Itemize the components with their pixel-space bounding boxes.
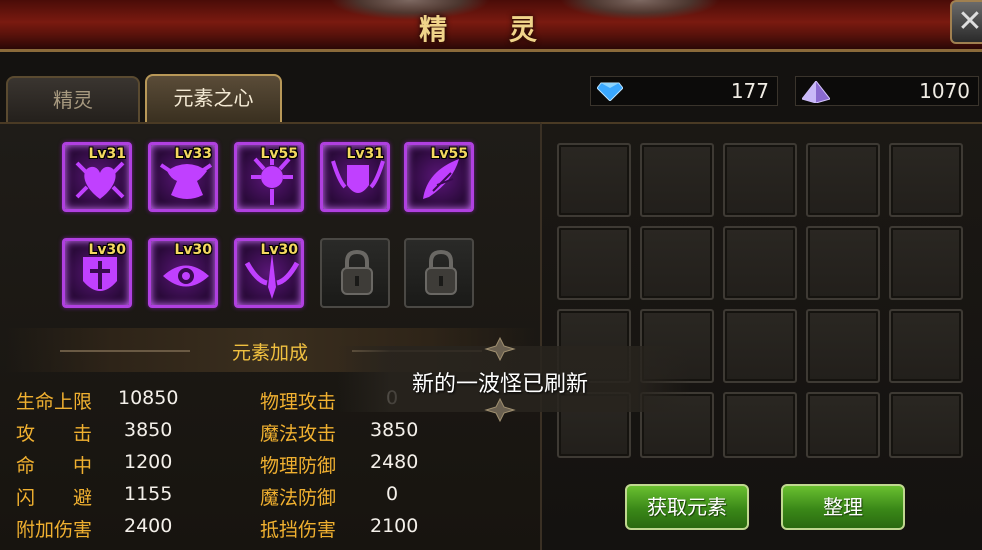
crystal-counter: 1070	[795, 76, 979, 106]
window-title: 精 灵	[419, 13, 563, 46]
inventory-slot[interactable]	[557, 143, 631, 217]
stat-value: 3850	[370, 419, 419, 441]
stat-label: 附加伤害	[16, 519, 93, 541]
element-slot[interactable]: Lv31	[62, 142, 132, 212]
element-level: Lv30	[174, 242, 212, 258]
inventory-slot[interactable]	[889, 392, 963, 458]
element-slot[interactable]: Lv33	[148, 142, 218, 212]
diamond-counter: 177	[590, 76, 778, 106]
stat-label: 魔法防御	[260, 487, 337, 509]
element-level: Lv30	[260, 242, 298, 258]
ornament-icon	[484, 397, 516, 423]
inventory-slot[interactable]	[723, 143, 797, 217]
stat-label: 物理防御	[260, 455, 337, 477]
element-slot[interactable]: Lv30	[234, 238, 304, 308]
element-slot[interactable]: Lv31	[320, 142, 390, 212]
stat-value: 1155	[124, 483, 173, 505]
tab-element-heart[interactable]: 元素之心	[145, 74, 282, 122]
inventory-slot[interactable]	[806, 226, 880, 300]
stat-value: 3850	[124, 419, 173, 441]
diamond-value: 177	[730, 79, 769, 103]
inventory-slot[interactable]	[889, 143, 963, 217]
inventory-slot[interactable]	[640, 143, 714, 217]
element-slot[interactable]: Lv30	[62, 238, 132, 308]
stat-label: 攻 击	[16, 423, 93, 445]
element-level: Lv30	[88, 242, 126, 258]
stat-label: 抵挡伤害	[260, 519, 337, 541]
inventory-slot[interactable]	[889, 226, 963, 300]
stat-label: 魔法攻击	[260, 423, 337, 445]
stat-value: 1200	[124, 451, 173, 473]
inventory-slot[interactable]	[889, 309, 963, 383]
inventory-slot[interactable]	[723, 392, 797, 458]
element-level: Lv55	[430, 146, 468, 162]
tab-spirit[interactable]: 精灵	[6, 76, 140, 122]
element-level: Lv31	[346, 146, 384, 162]
inventory-slot[interactable]	[806, 309, 880, 383]
close-icon: ✕	[957, 4, 982, 39]
obtain-element-button[interactable]: 获取元素	[625, 484, 749, 530]
stat-value: 0	[386, 483, 399, 505]
stat-value: 2100	[370, 515, 419, 537]
title-bar: 精 灵 ✕	[0, 0, 982, 52]
padlock-icon	[341, 250, 373, 295]
element-slot[interactable]: Lv30	[148, 238, 218, 308]
ornament-icon	[484, 336, 516, 362]
blue-diamond-icon	[597, 82, 623, 101]
stat-label: 命 中	[16, 455, 93, 477]
stat-label: 物理攻击	[260, 391, 337, 413]
locked-element-slot[interactable]	[404, 238, 474, 308]
element-level: Lv33	[174, 146, 212, 162]
stat-label: 生命上限	[16, 391, 93, 413]
element-slot[interactable]: Lv55	[234, 142, 304, 212]
sort-button[interactable]: 整理	[781, 484, 905, 530]
inventory-slot[interactable]	[723, 309, 797, 383]
locked-element-slot[interactable]	[320, 238, 390, 308]
inventory-slot[interactable]	[806, 143, 880, 217]
stat-label: 闪 避	[16, 487, 93, 509]
close-button[interactable]: ✕	[950, 0, 982, 44]
element-level: Lv55	[260, 146, 298, 162]
element-slot[interactable]: Lv55	[404, 142, 474, 212]
stat-value: 2400	[124, 515, 173, 537]
inventory-slot[interactable]	[640, 226, 714, 300]
element-level: Lv31	[88, 146, 126, 162]
stat-value: 10850	[118, 387, 179, 409]
purple-crystal-icon	[802, 81, 830, 103]
inventory-slot[interactable]	[723, 226, 797, 300]
stat-value: 2480	[370, 451, 419, 473]
inventory-slot[interactable]	[557, 226, 631, 300]
padlock-icon	[425, 250, 457, 295]
crystal-value: 1070	[919, 79, 970, 103]
toast-message: 新的一波怪已刷新	[411, 372, 588, 397]
inventory-slot[interactable]	[806, 392, 880, 458]
